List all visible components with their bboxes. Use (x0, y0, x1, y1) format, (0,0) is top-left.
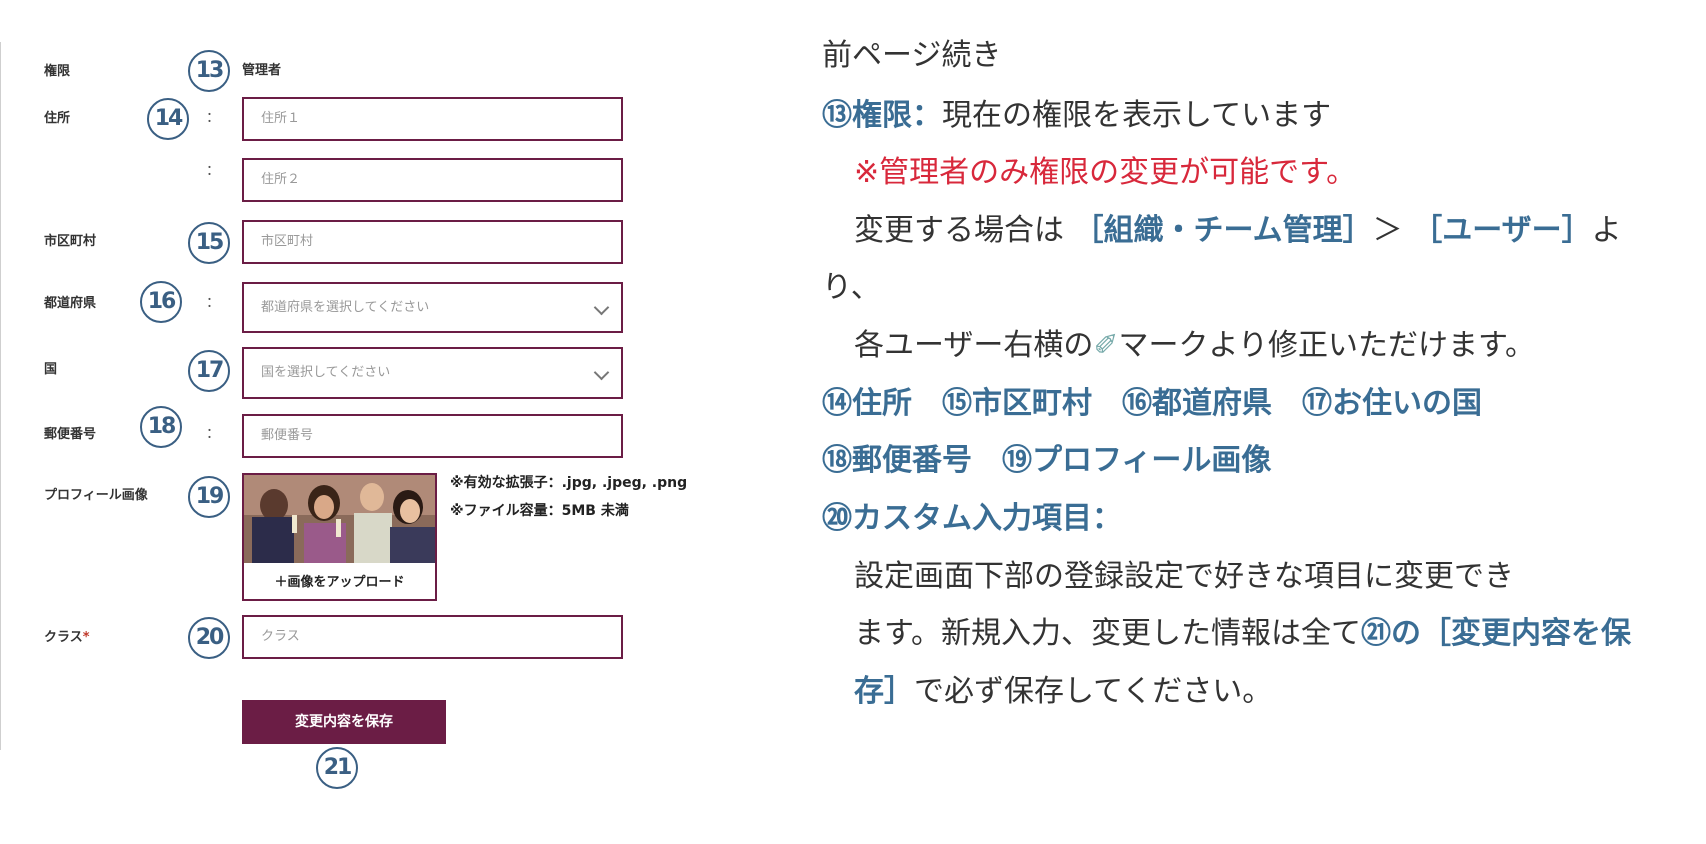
chevron-down-icon (593, 364, 610, 381)
badge-21: 21 (316, 747, 358, 789)
country-label: 国 (44, 362, 58, 377)
city-input[interactable]: 市区町村 (242, 220, 623, 264)
city-label: 市区町村 (44, 234, 97, 249)
custom-field-desc-3: 存］で必ず保存してください。 (854, 674, 1273, 709)
postal-input[interactable]: 郵便番号 (242, 414, 623, 458)
profile-form-panel: 権限 13 管理者 住所 14 ： 住所１ ： 住所２ 市区町村 15 市区町村… (0, 0, 760, 844)
profile-image-label: プロフィール画像 (44, 488, 148, 503)
prefecture-select[interactable]: 都道府県を選択してください (242, 282, 623, 333)
authority-value: 管理者 (242, 63, 282, 78)
colon: ： (206, 295, 220, 311)
change-path-line-cont: り、 (822, 270, 881, 305)
address1-input[interactable]: 住所１ (242, 97, 623, 141)
country-select-value: 国を選択してください (261, 365, 391, 380)
badge-20: 20 (188, 617, 230, 659)
colon: ： (206, 426, 220, 442)
change-path-line: 変更する場合は ［組織・チーム管理］＞ ［ユーザー］よ (854, 213, 1622, 248)
file-extension-note: ※有効な拡張子：.jpg, .jpeg, .png (450, 475, 688, 491)
custom-field-desc-2: ます。新規入力、変更した情報は全て㉑の［変更内容を保 (854, 616, 1631, 651)
badge-18: 18 (140, 406, 182, 448)
pencil-icon: ✐ (1093, 328, 1119, 363)
profile-photo (244, 475, 435, 563)
colon: ： (206, 110, 220, 126)
fields-list-2: ⑱郵便番号 ⑲プロフィール画像 (822, 443, 1272, 478)
custom-field-heading: ⑳カスタム入力項目： (822, 501, 1122, 536)
badge-19: 19 (188, 476, 230, 518)
authority-label: 権限 (44, 64, 71, 79)
address-label: 住所 (44, 111, 71, 126)
custom-field-desc-1: 設定画面下部の登録設定で好きな項目に変更でき (854, 559, 1514, 594)
chevron-down-icon (593, 299, 610, 316)
prefecture-label: 都道府県 (44, 296, 97, 311)
profile-image-uploader[interactable]: ＋画像をアップロード (242, 473, 437, 601)
postal-label: 郵便番号 (44, 427, 97, 442)
upload-image-button[interactable]: ＋画像をアップロード (244, 571, 435, 590)
desc-authority-line: ⑬権限：現在の権限を表示しています (822, 98, 1332, 133)
continued-label: 前ページ続き (822, 38, 1002, 73)
required-mark: * (82, 630, 90, 645)
edit-mark-line: 各ユーザー右横の✐マークより修正いただけます。 (854, 328, 1535, 363)
badge-14: 14 (147, 98, 189, 140)
prefecture-select-value: 都道府県を選択してください (261, 300, 430, 315)
file-size-note: ※ファイル容量：5MB 未満 (450, 503, 629, 519)
country-select[interactable]: 国を選択してください (242, 347, 623, 399)
address2-input[interactable]: 住所２ (242, 158, 623, 202)
panel-border (0, 42, 1, 750)
badge-15: 15 (188, 222, 230, 264)
fields-list-1: ⑭住所 ⑮市区町村 ⑯都道府県 ⑰お住いの国 (822, 386, 1482, 421)
badge-16: 16 (140, 281, 182, 323)
save-changes-button[interactable]: 変更内容を保存 (242, 700, 446, 744)
badge-13: 13 (188, 50, 230, 92)
class-label: クラス* (44, 630, 90, 645)
class-input[interactable]: クラス (242, 615, 623, 659)
admin-only-note: ※管理者のみ権限の変更が可能です。 (854, 155, 1357, 190)
badge-17: 17 (188, 350, 230, 392)
colon: ： (206, 163, 220, 179)
